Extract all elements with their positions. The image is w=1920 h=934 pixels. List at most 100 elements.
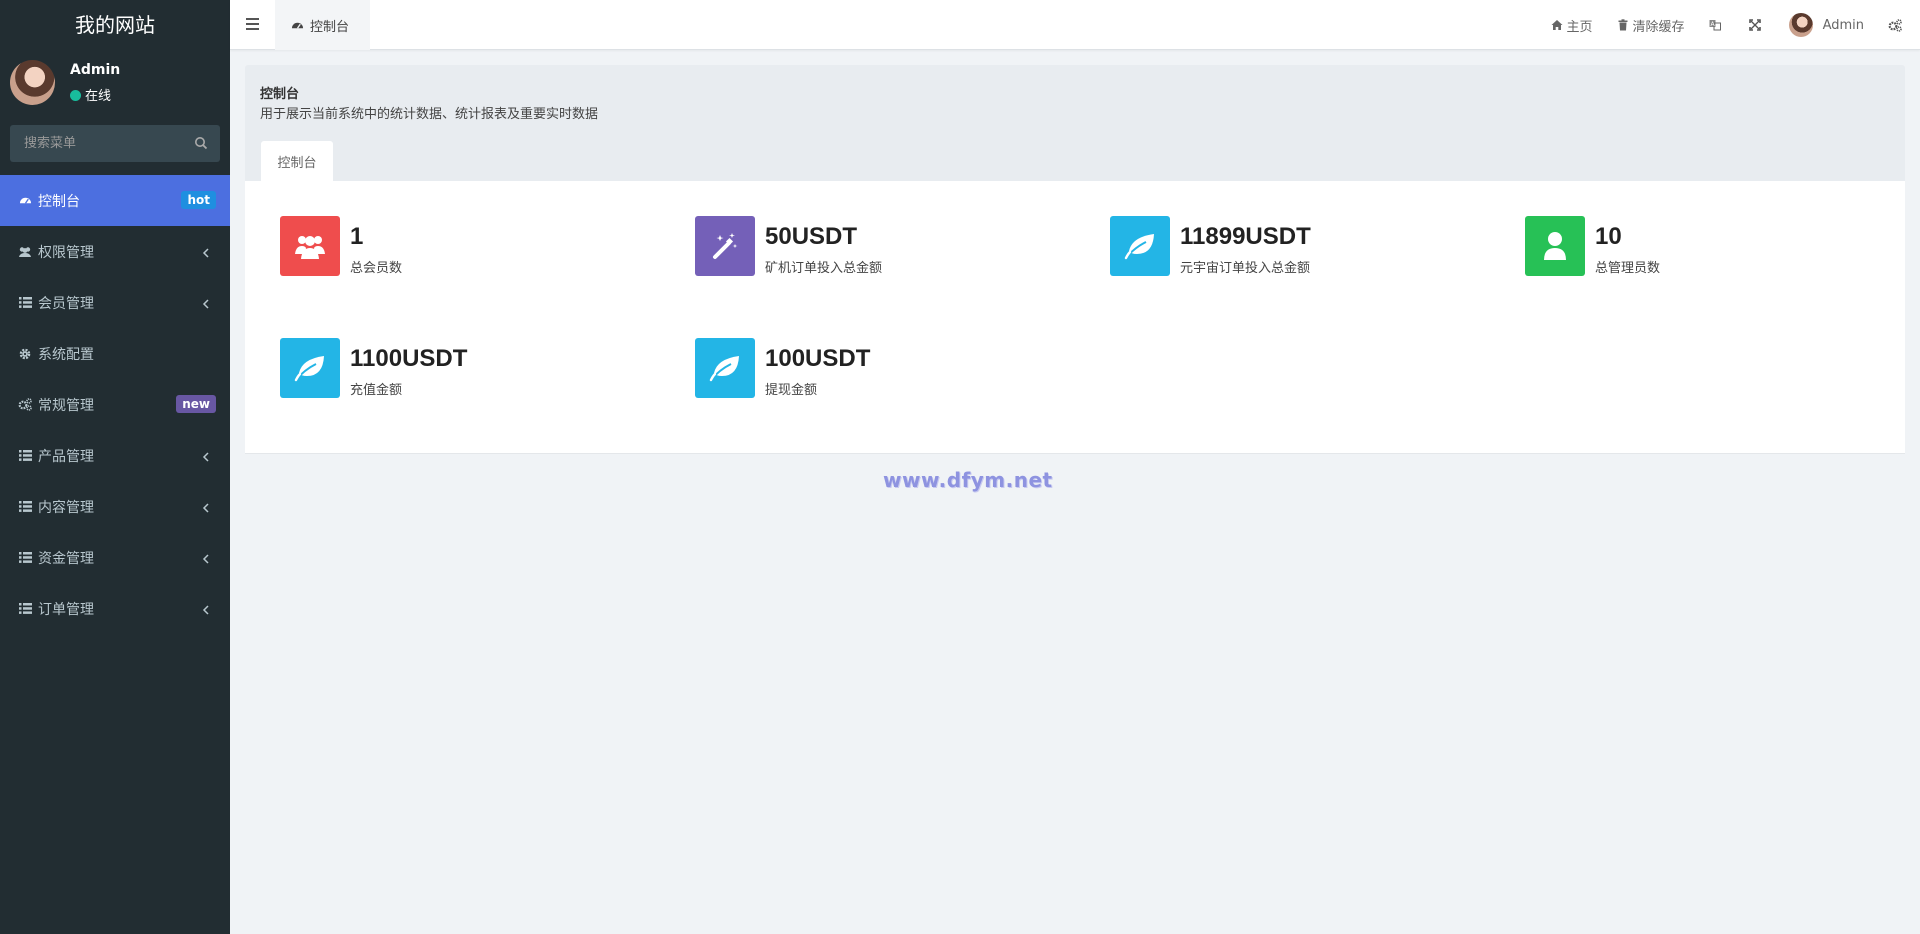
sidebar-item-system-config[interactable]: 系统配置	[0, 328, 230, 379]
sidebar-item-label: 内容管理	[38, 499, 94, 516]
stat-value: 11899USDT	[1180, 223, 1311, 250]
stat-value: 1100USDT	[350, 345, 468, 372]
clear-cache-label: 清除缓存	[1632, 19, 1685, 35]
avatar	[1788, 13, 1813, 37]
stat-icon-box	[695, 216, 755, 276]
magic-wand-icon	[713, 233, 738, 259]
stat-value: 100USDT	[765, 345, 871, 372]
sidebar-item-label: 订单管理	[38, 601, 94, 618]
stat-icon-box	[280, 216, 340, 276]
stat-card: 1 总会员数	[280, 216, 660, 276]
user-status-label: 在线	[85, 89, 112, 104]
stat-label: 提现金额	[765, 383, 818, 398]
stats-panel: 1 总会员数 50USDT 矿机订单投入总金额 11899USDT 元宇宙订单投…	[245, 181, 1905, 454]
user-status: 在线	[70, 85, 111, 104]
language-button[interactable]: A	[1709, 0, 1725, 50]
stat-value: 1	[350, 223, 364, 250]
dashboard-icon	[291, 22, 304, 29]
sidebar-item-label: 常规管理	[38, 397, 94, 414]
list-icon	[18, 449, 32, 463]
settings-button[interactable]	[1888, 0, 1906, 50]
chevron-left-icon	[202, 299, 209, 309]
stat-label: 总管理员数	[1595, 261, 1661, 276]
user-menu[interactable]: Admin	[1788, 0, 1864, 50]
sidebar-item-products[interactable]: 产品管理	[0, 430, 230, 481]
home-label: 主页	[1566, 19, 1593, 35]
sidebar-item-label: 资金管理	[38, 550, 94, 567]
stat-icon-box	[695, 338, 755, 398]
chevron-left-icon	[202, 554, 209, 564]
sidebar-item-label: 会员管理	[38, 295, 94, 312]
admin-label: Admin	[1822, 17, 1864, 33]
stat-card: 11899USDT 元宇宙订单投入总金额	[1110, 216, 1490, 276]
content-header: 控制台 用于展示当前系统中的统计数据、统计报表及重要实时数据 控制台	[245, 65, 1905, 181]
sidebar-item-orders[interactable]: 订单管理	[0, 583, 230, 634]
sidebar-item-general[interactable]: 常规管理 new	[0, 379, 230, 430]
home-link[interactable]: 主页	[1551, 0, 1593, 50]
stat-value: 10	[1595, 223, 1622, 250]
search-input[interactable]	[10, 125, 220, 162]
list-icon	[18, 602, 32, 616]
stat-label: 元宇宙订单投入总金额	[1180, 261, 1311, 276]
stat-card: 100USDT 提现金额	[695, 338, 1075, 398]
stat-label: 总会员数	[350, 261, 403, 276]
leaf-icon	[294, 356, 324, 382]
sidebar-item-label: 系统配置	[38, 346, 94, 363]
search-icon[interactable]	[194, 136, 208, 150]
sidebar: 我的网站 Admin 在线 控制台 hot 权限管理 会员管理 系统配置	[0, 0, 230, 934]
fullscreen-icon	[1748, 19, 1761, 31]
user-panel: Admin 在线	[0, 50, 230, 116]
dashboard-icon	[18, 194, 32, 208]
list-icon	[18, 551, 32, 565]
fullscreen-button[interactable]	[1748, 0, 1765, 50]
leaf-icon	[1124, 234, 1154, 260]
sidebar-item-members[interactable]: 会员管理	[0, 277, 230, 328]
tab-label: 控制台	[310, 19, 350, 35]
page-subtitle: 用于展示当前系统中的统计数据、统计报表及重要实时数据	[260, 107, 599, 122]
page-title: 控制台	[260, 87, 300, 102]
cogs-icon	[1888, 18, 1902, 32]
stat-card: 10 总管理员数	[1525, 216, 1905, 276]
tab-dashboard[interactable]: 控制台	[275, 0, 370, 50]
tab-dashboard-content[interactable]: 控制台	[261, 141, 333, 181]
clear-cache-button[interactable]: 清除缓存	[1617, 0, 1685, 50]
trash-icon	[1618, 19, 1628, 31]
sidebar-item-content[interactable]: 内容管理	[0, 481, 230, 532]
gear-icon	[18, 347, 32, 361]
chevron-left-icon	[202, 248, 209, 258]
stat-icon-box	[1110, 216, 1170, 276]
list-icon	[18, 500, 32, 514]
users-icon	[295, 236, 325, 259]
user-icon	[1544, 232, 1566, 260]
site-logo[interactable]: 我的网站	[0, 0, 230, 50]
home-icon	[1551, 20, 1563, 30]
sidebar-item-label: 产品管理	[38, 448, 94, 465]
stat-value: 50USDT	[765, 223, 858, 250]
cogs-icon	[18, 398, 32, 412]
chevron-left-icon	[202, 452, 209, 462]
sidebar-item-label: 控制台	[38, 193, 80, 210]
header-actions: 主页 清除缓存 A Admin	[1551, 0, 1920, 50]
chevron-left-icon	[202, 605, 209, 615]
watermark: www.dfym.net	[883, 468, 1053, 492]
stat-card: 1100USDT 充值金额	[280, 338, 660, 398]
sidebar-item-permissions[interactable]: 权限管理	[0, 226, 230, 277]
sidebar-item-funds[interactable]: 资金管理	[0, 532, 230, 583]
menu-toggle-icon[interactable]	[246, 18, 259, 30]
user-name: Admin	[70, 62, 121, 78]
stat-icon-box	[280, 338, 340, 398]
menu-search	[10, 125, 220, 162]
sidebar-item-dashboard[interactable]: 控制台 hot	[0, 175, 230, 226]
new-badge: new	[176, 395, 216, 413]
hot-badge: hot	[181, 191, 216, 209]
leaf-icon	[709, 356, 739, 382]
online-dot-icon	[70, 90, 81, 101]
stat-icon-box	[1525, 216, 1585, 276]
top-header: 控制台 主页 清除缓存 A Admin	[230, 0, 1920, 50]
list-icon	[18, 296, 32, 310]
chevron-left-icon	[202, 503, 209, 513]
sidebar-menu: 控制台 hot 权限管理 会员管理 系统配置 常规管理 new 产品管理 内容管…	[0, 175, 230, 634]
avatar	[10, 60, 55, 105]
users-icon	[18, 245, 32, 259]
translate-icon: A	[1709, 20, 1721, 31]
